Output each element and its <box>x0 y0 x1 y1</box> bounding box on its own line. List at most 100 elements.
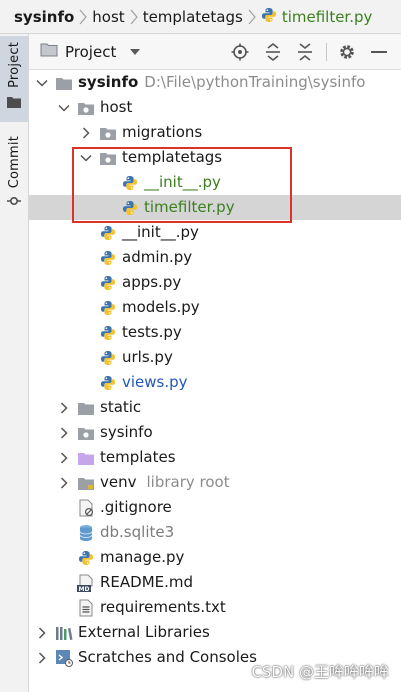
tree-node-templatetags[interactable]: templatetags <box>29 145 401 170</box>
python-file-icon <box>99 349 117 367</box>
tree-node-label: admin.py <box>122 248 193 266</box>
tree-node-label: manage.py <box>100 548 185 566</box>
library-icon <box>55 624 73 642</box>
venv-folder-icon <box>77 474 95 492</box>
chevron-right-icon[interactable] <box>35 620 49 645</box>
breadcrumb-host[interactable]: host <box>92 0 124 34</box>
project-panel-header: Project <box>29 34 401 70</box>
tree-node-static[interactable]: static <box>29 395 401 420</box>
commit-icon <box>7 194 21 212</box>
tree-node-label: __init__.py <box>122 223 199 241</box>
package-icon <box>99 124 117 142</box>
tree-node-label: migrations <box>122 123 203 141</box>
tree-node-db[interactable]: db.sqlite3 <box>29 520 401 545</box>
templates-folder-icon <box>77 449 95 467</box>
tree-node-label: apps.py <box>122 273 182 291</box>
tree-node-urls[interactable]: urls.py <box>29 345 401 370</box>
toolbar-separator <box>326 43 327 61</box>
expand-all-icon[interactable] <box>263 42 283 62</box>
tree-node-migrations[interactable]: migrations <box>29 120 401 145</box>
tab-commit-label: Commit <box>6 136 22 189</box>
tree-node-label: External Libraries <box>78 623 210 641</box>
tree-node-label: tests.py <box>122 323 182 341</box>
tree-node-tests[interactable]: tests.py <box>29 320 401 345</box>
chevron-right-icon <box>125 0 143 34</box>
python-file-icon <box>121 174 139 192</box>
tree-node-external-libraries[interactable]: External Libraries <box>29 620 401 645</box>
navigation-bar: sysinfo host templatetags timefilter.py <box>0 0 401 34</box>
tree-node-templatetags-init[interactable]: __init__.py <box>29 170 401 195</box>
package-icon <box>99 149 117 167</box>
tree-node-sysinfo-root[interactable]: sysinfo D:\File\pythonTraining\sysinfo <box>29 70 401 95</box>
hide-panel-icon[interactable] <box>369 42 389 62</box>
tree-node-venv[interactable]: venv library root <box>29 470 401 495</box>
python-file-icon <box>77 549 95 567</box>
tree-node-sysinfo-package[interactable]: sysinfo <box>29 420 401 445</box>
tree-node-gitignore[interactable]: .gitignore <box>29 495 401 520</box>
locate-file-icon[interactable] <box>230 42 250 62</box>
chevron-right-icon[interactable] <box>79 120 93 145</box>
folder-icon <box>7 94 21 112</box>
tree-node-label: models.py <box>122 298 200 316</box>
tree-node-admin[interactable]: admin.py <box>29 245 401 270</box>
markdown-file-icon: MD <box>77 574 95 592</box>
tree-node-label: templatetags <box>122 148 223 166</box>
tree-node-label: README.md <box>100 573 194 591</box>
chevron-right-icon[interactable] <box>35 645 49 670</box>
dropdown-caret-icon[interactable] <box>130 48 141 55</box>
gear-icon[interactable] <box>337 42 357 62</box>
chevron-right-icon[interactable] <box>57 445 71 470</box>
tree-node-requirements[interactable]: requirements.txt <box>29 595 401 620</box>
tree-node-host-init[interactable]: __init__.py <box>29 220 401 245</box>
text-file-icon <box>77 599 95 617</box>
python-file-icon <box>99 299 117 317</box>
chevron-right-icon[interactable] <box>57 395 71 420</box>
chevron-right-icon[interactable] <box>57 470 71 495</box>
breadcrumb-project[interactable]: sysinfo <box>14 0 74 34</box>
tree-node-suffix: library root <box>146 473 230 491</box>
python-file-icon <box>99 374 117 392</box>
ignored-file-icon <box>77 499 95 517</box>
python-file-icon <box>99 324 117 342</box>
collapse-all-icon[interactable] <box>295 42 315 62</box>
project-folder-icon <box>40 42 58 61</box>
folder-icon <box>77 399 95 417</box>
package-icon <box>77 99 95 117</box>
breadcrumb-file[interactable]: timefilter.py <box>261 0 372 34</box>
tab-project[interactable]: Project <box>0 36 28 122</box>
tree-node-suffix: D:\File\pythonTraining\sysinfo <box>144 73 366 91</box>
database-icon <box>77 524 95 542</box>
tree-node-label: __init__.py <box>144 173 221 191</box>
tree-node-timefilter[interactable]: timefilter.py <box>29 195 401 220</box>
watermark: CSDN @王哞哞哞哞 <box>251 663 389 681</box>
tree-node-models[interactable]: models.py <box>29 295 401 320</box>
breadcrumb-templatetags[interactable]: templatetags <box>143 0 243 34</box>
python-file-icon <box>99 249 117 267</box>
chevron-right-icon <box>74 0 92 34</box>
chevron-down-icon[interactable] <box>35 70 49 95</box>
tree-node-templates[interactable]: templates <box>29 445 401 470</box>
tree-node-label: requirements.txt <box>100 598 226 616</box>
python-file-icon <box>121 199 139 217</box>
chevron-down-icon[interactable] <box>57 95 71 120</box>
chevron-right-icon[interactable] <box>57 420 71 445</box>
tree-node-apps[interactable]: apps.py <box>29 270 401 295</box>
python-file-icon <box>99 274 117 292</box>
project-tree: sysinfo D:\File\pythonTraining\sysinfo hos… <box>29 70 401 692</box>
folder-icon <box>55 74 73 92</box>
tree-node-label: static <box>100 398 142 416</box>
python-file-icon <box>261 7 277 27</box>
tree-node-readme[interactable]: MD README.md <box>29 570 401 595</box>
tab-commit[interactable]: Commit <box>0 130 28 210</box>
tree-node-views[interactable]: views.py <box>29 370 401 395</box>
tree-node-label: sysinfo <box>100 423 153 441</box>
chevron-down-icon[interactable] <box>79 145 93 170</box>
tree-node-label: db.sqlite3 <box>100 523 175 541</box>
tree-node-label: urls.py <box>122 348 173 366</box>
tree-node-label: views.py <box>122 373 188 391</box>
tree-node-manage[interactable]: manage.py <box>29 545 401 570</box>
tree-node-host[interactable]: host <box>29 95 401 120</box>
tree-node-label: timefilter.py <box>144 198 235 216</box>
project-view-selector[interactable]: Project <box>40 42 116 61</box>
package-icon <box>77 424 95 442</box>
